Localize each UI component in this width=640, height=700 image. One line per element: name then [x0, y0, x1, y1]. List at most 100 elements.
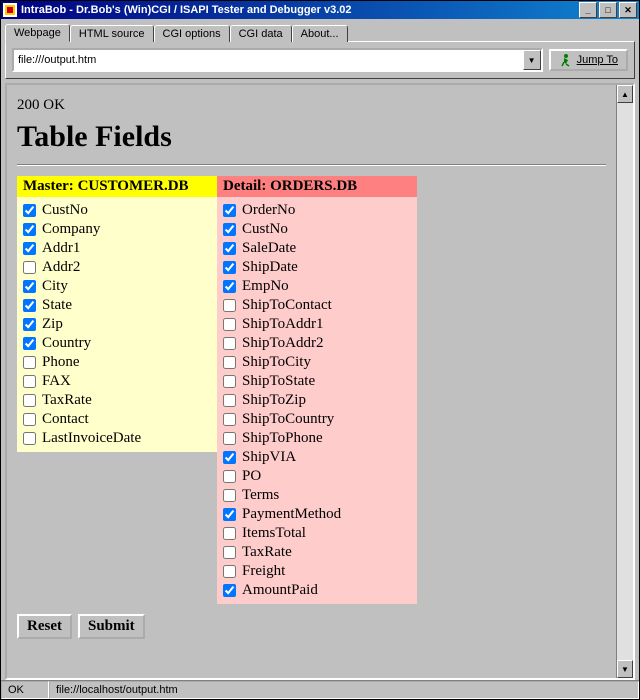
- detail-file: ORDERS.DB: [270, 178, 357, 194]
- field-checkbox[interactable]: [223, 337, 236, 350]
- field-checkbox[interactable]: [223, 356, 236, 369]
- field-checkbox[interactable]: [23, 394, 36, 407]
- address-input[interactable]: [14, 50, 523, 70]
- field-row: ShipToContact: [223, 296, 411, 315]
- field-checkbox[interactable]: [223, 508, 236, 521]
- field-row: Zip: [23, 315, 211, 334]
- content-frame: 200 OK Table Fields Master: CUSTOMER.DB …: [5, 83, 635, 680]
- field-row: ShipVIA: [223, 448, 411, 467]
- tab-html-source[interactable]: HTML source: [70, 25, 154, 42]
- field-row: FAX: [23, 372, 211, 391]
- field-checkbox[interactable]: [23, 299, 36, 312]
- field-label: ShipToState: [242, 373, 315, 390]
- submit-button[interactable]: Submit: [78, 614, 145, 639]
- address-dropdown-button[interactable]: ▼: [523, 50, 541, 70]
- field-checkbox[interactable]: [23, 337, 36, 350]
- field-row: ItemsTotal: [223, 524, 411, 543]
- status-left: OK: [1, 681, 49, 699]
- field-checkbox[interactable]: [23, 280, 36, 293]
- field-checkbox[interactable]: [223, 242, 236, 255]
- field-checkbox[interactable]: [23, 356, 36, 369]
- jump-to-button[interactable]: Jump To: [549, 49, 628, 71]
- tab-about[interactable]: About...: [292, 25, 348, 42]
- tab-cgi-options[interactable]: CGI options: [154, 25, 230, 42]
- field-label: ShipToZip: [242, 392, 306, 409]
- reset-button[interactable]: Reset: [17, 614, 72, 639]
- status-bar: OK file://localhost/output.htm: [1, 680, 639, 699]
- field-checkbox[interactable]: [223, 204, 236, 217]
- field-label: ShipDate: [242, 259, 298, 276]
- field-row: CustNo: [23, 201, 211, 220]
- field-checkbox[interactable]: [223, 280, 236, 293]
- tab-cgi-data[interactable]: CGI data: [230, 25, 292, 42]
- field-label: Addr1: [42, 240, 80, 257]
- field-row: Phone: [23, 353, 211, 372]
- field-checkbox[interactable]: [23, 242, 36, 255]
- field-checkbox[interactable]: [223, 489, 236, 502]
- field-label: ShipToContact: [242, 297, 332, 314]
- maximize-button[interactable]: □: [599, 2, 617, 18]
- field-checkbox[interactable]: [223, 470, 236, 483]
- close-button[interactable]: ✕: [619, 2, 637, 18]
- field-label: City: [42, 278, 68, 295]
- field-checkbox[interactable]: [23, 223, 36, 236]
- field-row: Company: [23, 220, 211, 239]
- app-window: IntraBob - Dr.Bob's (Win)CGI / ISAPI Tes…: [0, 0, 640, 700]
- field-row: SaleDate: [223, 239, 411, 258]
- field-row: Terms: [223, 486, 411, 505]
- status-right: file://localhost/output.htm: [49, 681, 639, 699]
- jump-to-label: Jump To: [577, 54, 618, 66]
- field-label: Company: [42, 221, 100, 238]
- field-checkbox[interactable]: [223, 527, 236, 540]
- field-row: ShipDate: [223, 258, 411, 277]
- field-row: OrderNo: [223, 201, 411, 220]
- minimize-button[interactable]: _: [579, 2, 597, 18]
- field-checkbox[interactable]: [23, 204, 36, 217]
- vertical-scrollbar[interactable]: ▲ ▼: [616, 85, 633, 678]
- field-label: PO: [242, 468, 261, 485]
- scroll-down-button[interactable]: ▼: [617, 660, 633, 678]
- field-checkbox[interactable]: [223, 432, 236, 445]
- field-checkbox[interactable]: [23, 432, 36, 445]
- field-label: ShipToCountry: [242, 411, 334, 428]
- field-label: PaymentMethod: [242, 506, 341, 523]
- field-checkbox[interactable]: [223, 546, 236, 559]
- field-row: ShipToCity: [223, 353, 411, 372]
- field-row: TaxRate: [23, 391, 211, 410]
- field-checkbox[interactable]: [223, 451, 236, 464]
- field-checkbox[interactable]: [23, 261, 36, 274]
- field-checkbox[interactable]: [23, 375, 36, 388]
- http-status-text: 200 OK: [17, 97, 606, 114]
- detail-column: Detail: ORDERS.DB OrderNoCustNoSaleDateS…: [217, 176, 417, 604]
- field-checkbox[interactable]: [223, 413, 236, 426]
- field-label: ShipToAddr2: [242, 335, 323, 352]
- field-checkbox[interactable]: [223, 375, 236, 388]
- field-checkbox[interactable]: [23, 413, 36, 426]
- scroll-track[interactable]: [617, 103, 633, 660]
- field-row: ShipToZip: [223, 391, 411, 410]
- field-row: ShipToPhone: [223, 429, 411, 448]
- field-row: TaxRate: [223, 543, 411, 562]
- field-row: PO: [223, 467, 411, 486]
- field-label: ShipToAddr1: [242, 316, 323, 333]
- field-row: City: [23, 277, 211, 296]
- field-label: ShipVIA: [242, 449, 296, 466]
- field-checkbox[interactable]: [223, 223, 236, 236]
- field-row: CustNo: [223, 220, 411, 239]
- field-checkbox[interactable]: [223, 261, 236, 274]
- field-checkbox[interactable]: [223, 584, 236, 597]
- field-label: State: [42, 297, 72, 314]
- address-combo[interactable]: ▼: [12, 48, 543, 72]
- field-checkbox[interactable]: [223, 299, 236, 312]
- field-label: LastInvoiceDate: [42, 430, 141, 447]
- scroll-up-button[interactable]: ▲: [617, 85, 633, 103]
- field-checkbox[interactable]: [223, 318, 236, 331]
- field-label: OrderNo: [242, 202, 295, 219]
- field-label: Addr2: [42, 259, 80, 276]
- tab-webpage[interactable]: Webpage: [5, 24, 70, 42]
- field-checkbox[interactable]: [223, 394, 236, 407]
- page-heading: Table Fields: [17, 120, 606, 154]
- field-checkbox[interactable]: [223, 565, 236, 578]
- address-panel: ▼ Jump To: [5, 41, 635, 79]
- field-checkbox[interactable]: [23, 318, 36, 331]
